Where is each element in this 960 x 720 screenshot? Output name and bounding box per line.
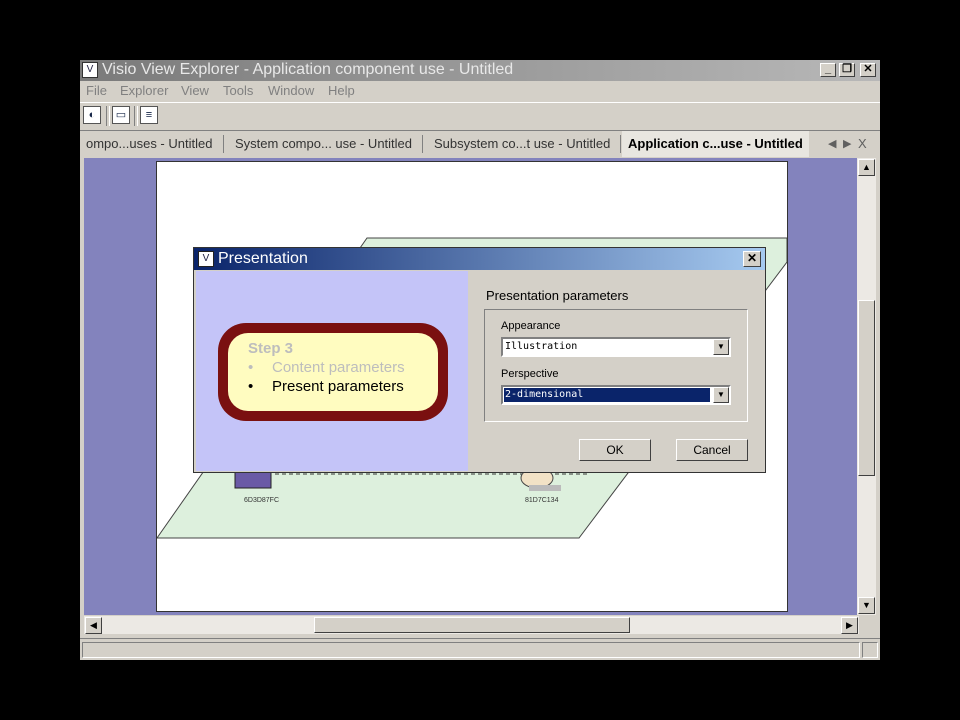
menu-help[interactable]: Help — [328, 83, 355, 98]
bullet-icon: • — [248, 378, 254, 395]
toolbar-separator — [134, 106, 138, 126]
step-item-label: Content parameters — [272, 359, 405, 376]
scroll-right-button[interactable]: ▶ — [841, 617, 858, 634]
tab-application-component-use[interactable]: Application c...use - Untitled — [622, 131, 809, 157]
perspective-label: Perspective — [501, 368, 559, 380]
document-tabs: ompo...uses - Untitled System compo... u… — [80, 130, 880, 157]
step-frame: Step 3 • Content parameters • Present para… — [218, 323, 448, 421]
scroll-down-button[interactable]: ▼ — [858, 597, 875, 614]
window-title: Visio View Explorer - Application compon… — [102, 61, 514, 78]
menu-view[interactable]: View — [181, 83, 209, 98]
menu-file[interactable]: File — [86, 83, 107, 98]
bullet-icon: • — [248, 359, 254, 376]
menu-window[interactable]: Window — [268, 83, 314, 98]
step-item-content-parameters: • Content parameters — [248, 359, 405, 376]
dialog-app-icon: V — [198, 251, 214, 267]
tab-next-icon[interactable]: ▶ — [843, 131, 851, 157]
node-left-label: 6D3D87FC — [244, 497, 279, 504]
presentation-dialog: V Presentation ✕ Step 3 • Content paramet… — [193, 247, 766, 473]
dialog-title: Presentation — [218, 250, 308, 267]
chevron-down-icon[interactable]: ▼ — [713, 387, 729, 403]
wizard-step-panel: Step 3 • Content parameters • Present para… — [196, 271, 468, 471]
appearance-select[interactable]: Illustration ▼ — [501, 337, 731, 357]
tab-divider — [620, 135, 621, 153]
menu-explorer[interactable]: Explorer — [120, 83, 168, 98]
presentation-parameters-heading: Presentation parameters — [486, 288, 629, 303]
status-panel-grip — [862, 642, 878, 658]
perspective-value: 2-dimensional — [504, 388, 710, 402]
parameters-group: Appearance Illustration ▼ Perspective 2-… — [484, 309, 748, 422]
menu-bar: File Explorer View Tools Window Help — [80, 81, 880, 101]
dialog-close-button[interactable]: ✕ — [743, 251, 761, 267]
appearance-value: Illustration — [505, 341, 578, 352]
cancel-button[interactable]: Cancel — [676, 439, 748, 461]
scroll-left-button[interactable]: ◀ — [85, 617, 102, 634]
appearance-label: Appearance — [501, 320, 561, 332]
horizontal-scrollbar[interactable]: ◀ ▶ — [84, 616, 859, 634]
title-bar[interactable]: V Visio View Explorer - Application comp… — [80, 60, 880, 81]
tab-divider — [223, 135, 224, 153]
chevron-down-icon[interactable]: ▼ — [713, 339, 729, 355]
status-panel-main — [82, 642, 860, 658]
tab-components-uses[interactable]: ompo...uses - Untitled — [86, 131, 212, 157]
step-item-present-parameters: • Present parameters — [248, 378, 404, 395]
app-icon: V — [82, 62, 98, 78]
perspective-select[interactable]: 2-dimensional ▼ — [501, 385, 731, 405]
status-bar — [80, 638, 880, 661]
tab-subsystem-component-use[interactable]: Subsystem co...t use - Untitled — [434, 131, 610, 157]
vertical-scrollbar[interactable]: ▲ ▼ — [857, 158, 876, 615]
node-right-label: 81D7C134 — [525, 497, 559, 504]
save-icon[interactable]: ▭ — [112, 106, 130, 124]
horizontal-scroll-thumb[interactable] — [314, 617, 630, 633]
tab-divider — [422, 135, 423, 153]
step-item-label: Present parameters — [272, 378, 404, 395]
restore-button[interactable]: ❐ — [839, 63, 855, 77]
tab-close-icon[interactable]: X — [858, 131, 867, 157]
ok-button[interactable]: OK — [579, 439, 651, 461]
step-title: Step 3 — [248, 340, 294, 357]
minimize-button[interactable]: _ — [820, 63, 836, 77]
dialog-title-bar[interactable]: V Presentation ✕ — [194, 248, 765, 270]
vertical-scroll-thumb[interactable] — [858, 300, 875, 476]
scroll-up-button[interactable]: ▲ — [858, 159, 875, 176]
open-icon[interactable]: ◐ — [83, 106, 101, 124]
tab-system-component-use[interactable]: System compo... use - Untitled — [235, 131, 412, 157]
toolbar: ◐ ▭ ≡ — [80, 102, 880, 129]
tab-prev-icon[interactable]: ◀ — [828, 131, 836, 157]
menu-tools[interactable]: Tools — [223, 83, 253, 98]
toolbar-separator — [106, 106, 110, 126]
properties-icon[interactable]: ≡ — [140, 106, 158, 124]
close-button[interactable]: ✕ — [860, 63, 876, 77]
